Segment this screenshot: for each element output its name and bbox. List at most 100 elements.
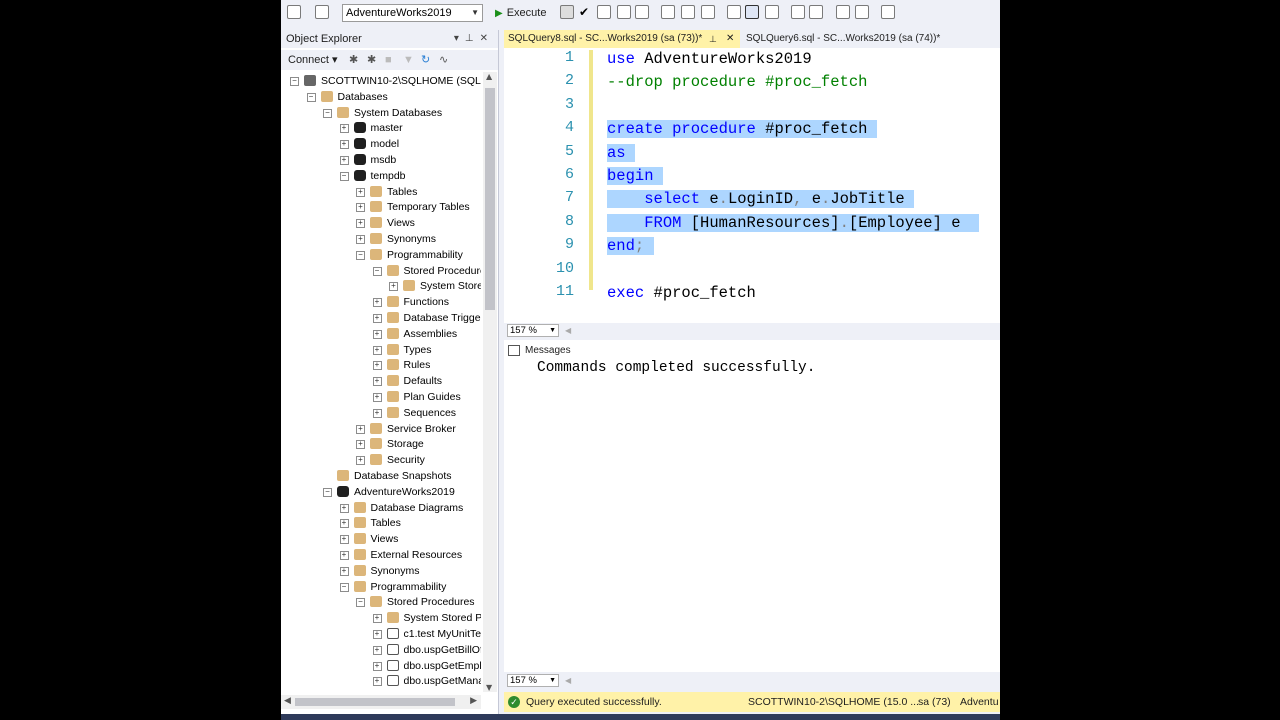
tree-node[interactable]: + Sequences [281,405,481,421]
code-line[interactable]: FROM [HumanResources].[Employee] e [607,212,980,234]
include-plan-icon[interactable] [661,5,675,19]
tree-node[interactable]: + Types [281,342,481,358]
tree-vertical-scrollbar[interactable]: ▲ ▼ [483,72,497,692]
collapse-icon[interactable]: − [339,171,349,181]
tree-node[interactable]: + master [281,120,481,136]
expand-icon[interactable]: + [356,440,365,450]
close-icon[interactable]: ✕ [726,30,734,48]
expand-icon[interactable]: + [356,187,365,197]
tree-node[interactable]: + dbo.uspGetEmpl [281,658,481,674]
messages-tab[interactable]: Messages [508,343,571,359]
live-stats-icon[interactable] [681,5,695,19]
debug-icon[interactable] [315,5,329,19]
tree-node[interactable]: + Storage [281,436,481,452]
code-line[interactable]: exec #proc_fetch [607,282,756,304]
collapse-icon[interactable]: − [356,250,365,260]
expand-icon[interactable]: + [339,535,349,545]
expand-icon[interactable]: + [372,614,382,624]
expand-icon[interactable]: + [372,645,382,655]
pin-icon[interactable]: ⊥ [709,30,717,48]
code-line[interactable]: create procedure #proc_fetch [607,118,877,140]
expand-icon[interactable]: + [339,156,349,165]
stop-icon[interactable]: ■ [385,50,392,70]
expand-icon[interactable]: + [372,393,382,402]
activity-monitor-icon[interactable]: ∿ [439,50,448,70]
tree-node[interactable]: + Synonyms [281,563,481,579]
expand-icon[interactable]: + [339,503,349,513]
tree-node[interactable]: + Rules [281,357,481,373]
tree-node[interactable]: + Views [281,531,481,547]
tree-node[interactable]: − Programmability [281,247,481,263]
tree-node[interactable]: Database Snapshots [281,468,481,484]
results-text-icon[interactable] [727,5,741,19]
tree-node[interactable]: + System Store [281,278,481,294]
tree-node[interactable]: + Plan Guides [281,389,481,405]
tree-node[interactable]: + Assemblies [281,326,481,342]
tree-node[interactable]: − tempdb [281,168,481,184]
stop-icon[interactable] [560,5,574,19]
code-line[interactable]: use AdventureWorks2019 [607,48,812,70]
intellisense-icon[interactable] [635,5,649,19]
tree-node[interactable]: − SCOTTWIN10-2\SQLHOME (SQL Se [281,73,481,89]
client-stats-icon[interactable] [701,5,715,19]
parse-check-icon[interactable]: ✔ [579,5,593,19]
execute-button[interactable]: ▶ Execute [495,4,546,22]
tree-horizontal-scrollbar[interactable]: ◀ ▶ [281,695,481,709]
specify-values-icon[interactable] [881,5,895,19]
expand-icon[interactable]: + [339,566,349,576]
expand-icon[interactable]: + [356,235,365,244]
increase-indent-icon[interactable] [855,5,869,19]
expand-icon[interactable]: + [389,282,398,292]
filter-icon[interactable]: ▼ [403,50,414,70]
results-grid-icon[interactable] [745,5,759,19]
tree-node[interactable]: + External Resources [281,547,481,563]
tree-node[interactable]: + Functions [281,294,481,310]
scroll-left-icon[interactable]: ◀ [284,696,291,706]
expand-icon[interactable]: + [339,140,349,150]
expand-icon[interactable]: + [372,661,382,671]
tree-node[interactable]: + model [281,136,481,152]
tree-node[interactable]: − Stored Procedures [281,594,481,610]
tree-node[interactable]: − Stored Procedure [281,263,481,279]
collapse-icon[interactable]: − [323,487,332,497]
expand-icon[interactable]: + [372,408,382,418]
tree-node[interactable]: − Databases [281,89,481,105]
scroll-left-icon[interactable]: ◀ [565,323,571,339]
expand-icon[interactable]: + [356,424,365,434]
tree-node[interactable]: − Programmability [281,579,481,595]
decrease-indent-icon[interactable] [836,5,850,19]
expand-icon[interactable]: + [356,203,365,213]
display-plan-icon[interactable] [597,5,611,19]
tree-node[interactable]: + Tables [281,515,481,531]
scroll-left-icon[interactable]: ◀ [565,673,571,689]
collapse-icon[interactable]: − [323,108,332,118]
dropdown-icon[interactable]: ▾ [454,33,465,44]
scroll-up-icon[interactable]: ▲ [486,72,492,81]
expand-icon[interactable]: + [372,314,382,323]
tree-node[interactable]: + Tables [281,184,481,200]
collapse-icon[interactable]: − [372,266,382,276]
expand-icon[interactable]: + [372,677,382,687]
code-line[interactable]: select e.LoginID, e.JobTitle [607,188,915,210]
collapse-icon[interactable]: − [339,582,349,592]
expand-icon[interactable]: + [372,377,382,387]
refresh-icon[interactable]: ↻ [421,50,430,70]
expand-icon[interactable]: + [339,519,349,529]
tab-sqlquery6[interactable]: SQLQuery6.sql - SC...Works2019 (sa (74))… [742,30,1000,48]
collapse-icon[interactable]: − [290,77,299,86]
scroll-down-icon[interactable]: ▼ [486,683,492,692]
tree-node[interactable]: + Database Diagrams [281,500,481,516]
expand-icon[interactable]: + [372,298,382,308]
code-line[interactable]: end; [607,235,654,257]
tree-node[interactable]: + dbo.uspGetMana [281,673,481,689]
pin-icon[interactable]: ⊥ [465,33,480,44]
expand-icon[interactable]: + [356,456,365,466]
disconnect-icon[interactable]: ✱ [367,50,376,70]
expand-icon[interactable]: + [372,361,382,371]
tree-node[interactable]: + Defaults [281,373,481,389]
connect-button[interactable]: Connect ▾ [288,50,338,70]
tab-sqlquery8[interactable]: SQLQuery8.sql - SC...Works2019 (sa (73))… [504,30,740,48]
tree-node[interactable]: + Security [281,452,481,468]
tree-node[interactable]: + Synonyms [281,231,481,247]
tree-node[interactable]: + Database Trigger [281,310,481,326]
